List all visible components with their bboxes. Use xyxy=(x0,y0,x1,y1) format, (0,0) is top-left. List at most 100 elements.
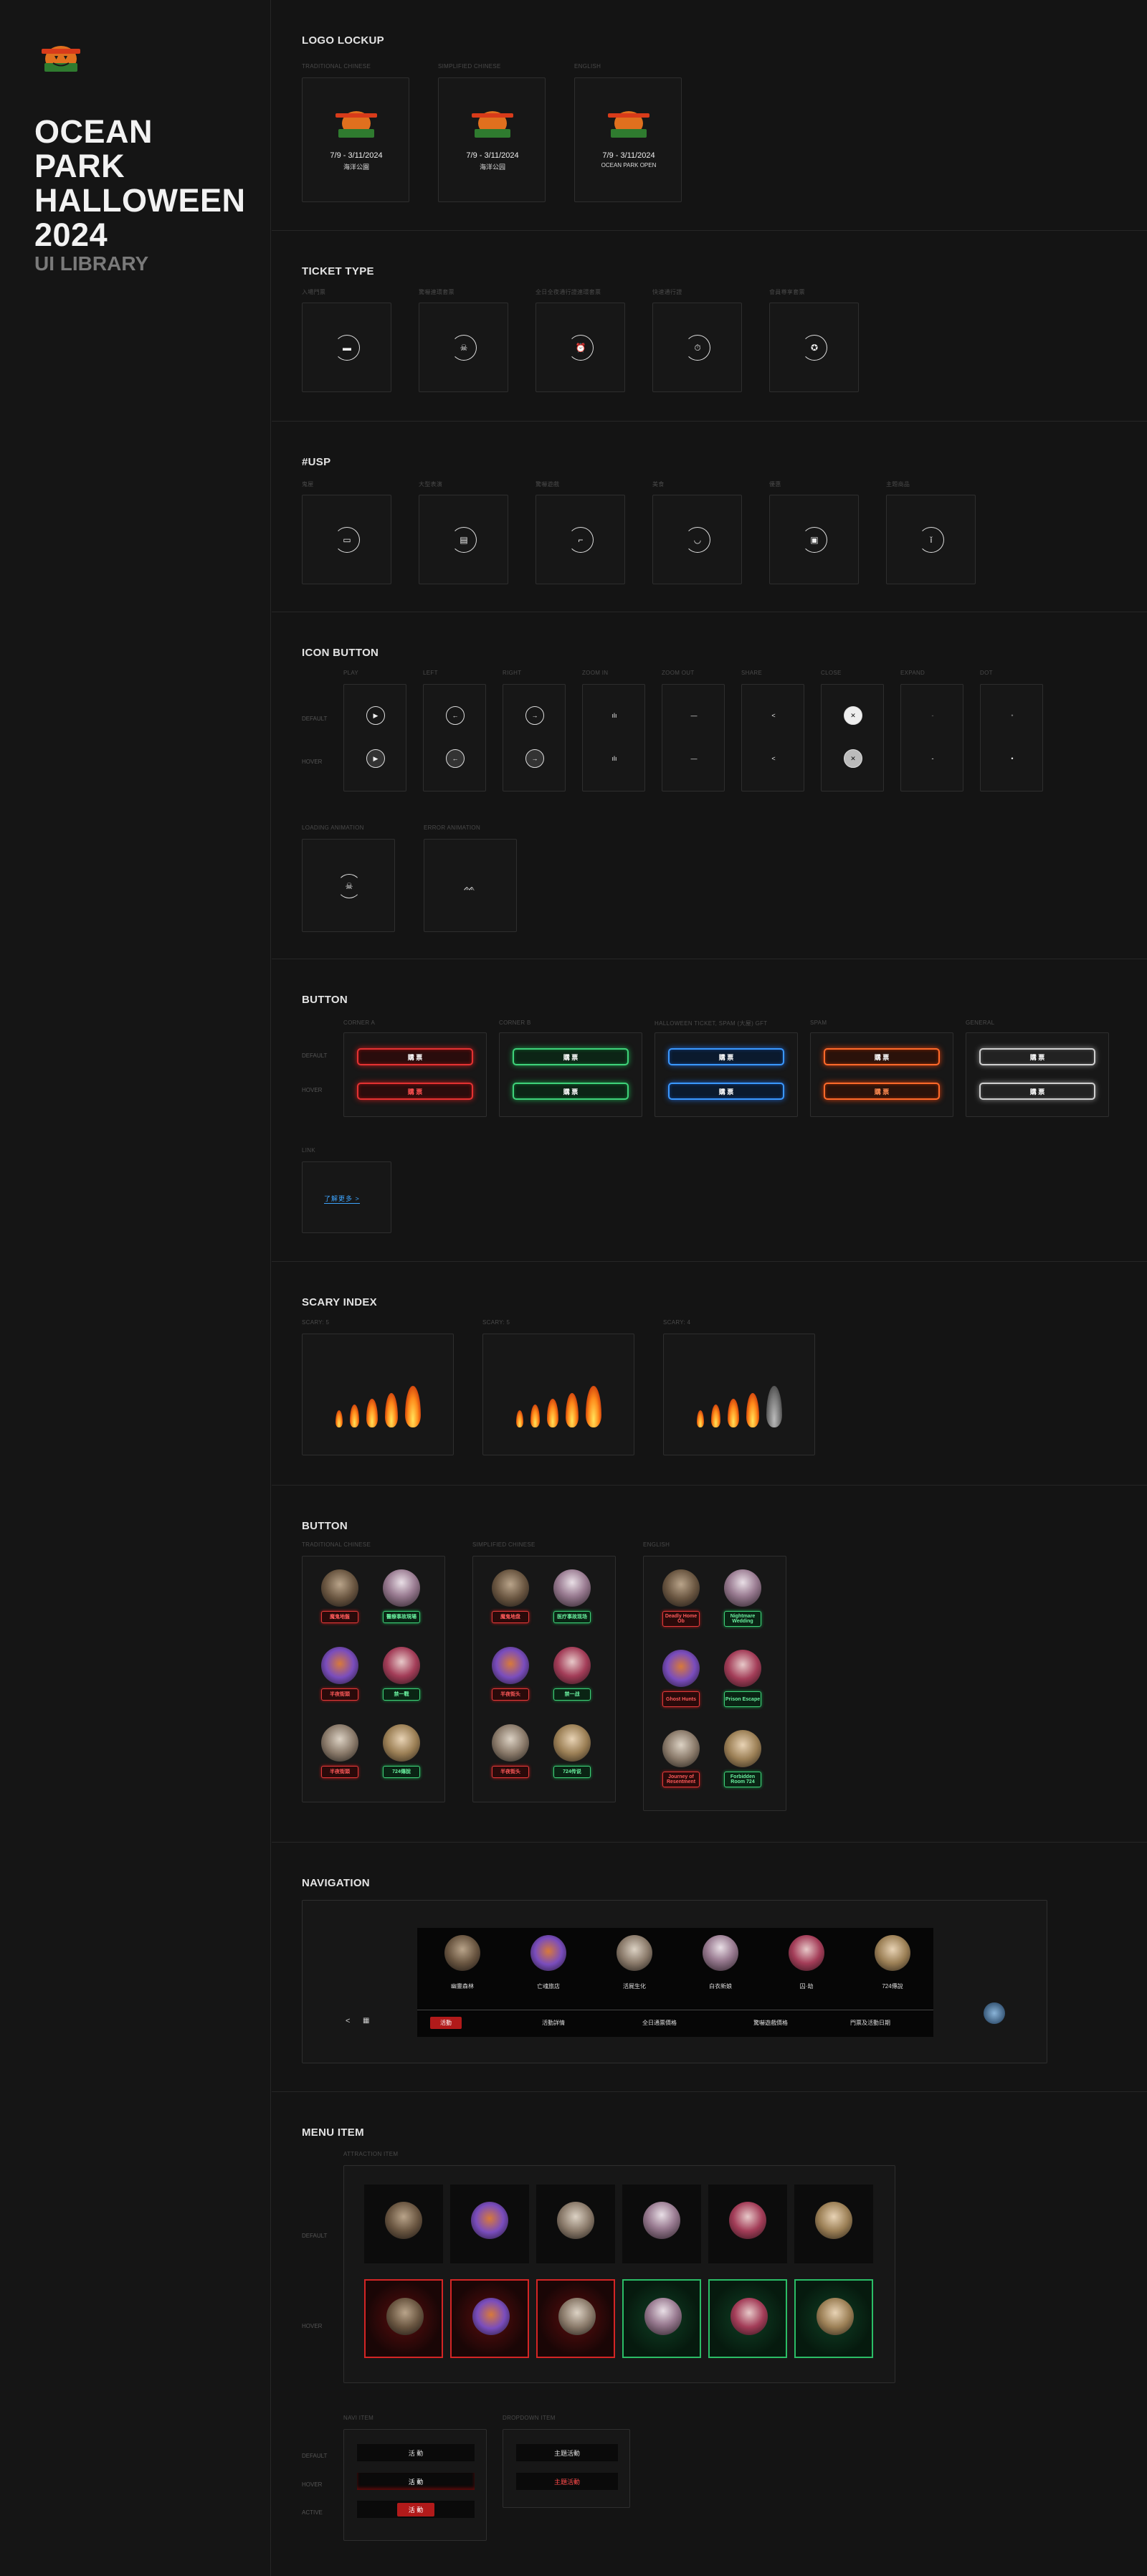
car-icon[interactable]: ▭ xyxy=(334,527,360,553)
arrow-right-icon[interactable]: → xyxy=(525,749,544,768)
character-portrait[interactable] xyxy=(321,1647,358,1684)
buy-button-orange-default[interactable]: 購 票 xyxy=(824,1048,940,1065)
share-icon[interactable]: < xyxy=(764,706,783,725)
character-tag-button[interactable]: Ghost Hunts xyxy=(662,1691,700,1707)
character-portrait[interactable] xyxy=(321,1569,358,1607)
arrow-left-icon[interactable]: ← xyxy=(446,749,465,768)
nav-attraction-image[interactable] xyxy=(530,1935,566,1971)
buy-button-red-hover[interactable]: 購 票 xyxy=(357,1083,473,1100)
character-tag-button[interactable]: 724传说 xyxy=(553,1766,591,1778)
bottle-icon[interactable]: ǐ xyxy=(918,527,944,553)
buy-button-red-default[interactable]: 購 票 xyxy=(357,1048,473,1065)
presentation-icon[interactable]: ▤ xyxy=(451,527,477,553)
attraction-tile[interactable] xyxy=(364,2185,443,2263)
character-portrait[interactable] xyxy=(724,1650,761,1687)
character-portrait[interactable] xyxy=(383,1724,420,1762)
food-bowl-icon[interactable]: ◡ xyxy=(685,527,710,553)
character-tag-button[interactable]: Nightmare Wedding xyxy=(724,1611,761,1627)
nav-attraction-label[interactable]: 囚·劫 xyxy=(781,1982,832,1990)
character-portrait[interactable] xyxy=(383,1569,420,1607)
character-portrait[interactable] xyxy=(492,1724,529,1762)
character-portrait[interactable] xyxy=(662,1650,700,1687)
stopwatch-icon[interactable]: ⏱ xyxy=(685,335,710,361)
zoom-out-icon[interactable]: — xyxy=(685,706,703,725)
nav-attraction-label[interactable]: 幽靈森林 xyxy=(437,1982,487,1990)
nav-item-hover[interactable]: 活 動 xyxy=(357,2473,475,2490)
chat-bot-icon[interactable] xyxy=(984,2002,1005,2024)
nav-attraction-label[interactable]: 白衣新娘 xyxy=(695,1982,746,1990)
nav-tab[interactable]: 門票及活動日期 xyxy=(840,2017,900,2029)
character-tag-button[interactable]: 半夜街头 xyxy=(492,1688,529,1701)
attraction-tile[interactable] xyxy=(364,2279,443,2358)
play-icon[interactable]: ▶ xyxy=(366,749,385,768)
nav-tab[interactable]: 活動詳情 xyxy=(532,2017,575,2029)
character-tag-button[interactable]: 半夜街頭 xyxy=(321,1688,358,1701)
medal-icon[interactable]: ✪ xyxy=(801,335,827,361)
attraction-tile[interactable] xyxy=(622,2279,701,2358)
character-tag-button[interactable]: Forbidden Room 724 xyxy=(724,1772,761,1787)
attraction-tile[interactable] xyxy=(536,2185,615,2263)
character-tag-button[interactable]: 醫療事故現場 xyxy=(383,1611,420,1623)
nav-attraction-image[interactable] xyxy=(617,1935,652,1971)
share-icon[interactable]: < xyxy=(346,2017,350,2025)
nav-attraction-label[interactable]: 724傳說 xyxy=(867,1982,918,1990)
character-portrait[interactable] xyxy=(553,1647,591,1684)
zoom-out-icon[interactable]: — xyxy=(685,749,703,768)
character-tag-button[interactable]: 半夜街頭 xyxy=(321,1766,358,1778)
buy-button-orange-hover[interactable]: 購 票 xyxy=(824,1083,940,1100)
character-tag-button[interactable]: 724傳說 xyxy=(383,1766,420,1778)
attraction-tile[interactable] xyxy=(708,2185,787,2263)
attraction-tile[interactable] xyxy=(450,2279,529,2358)
plug-icon[interactable]: ⌐ xyxy=(568,527,594,553)
character-portrait[interactable] xyxy=(662,1569,700,1607)
character-portrait[interactable] xyxy=(492,1569,529,1607)
character-tag-button[interactable]: 魔鬼地盘 xyxy=(492,1611,529,1623)
buy-button-grey-hover[interactable]: 購 票 xyxy=(979,1083,1095,1100)
character-tag-button[interactable]: 魔鬼地盤 xyxy=(321,1611,358,1623)
buy-button-blue-default[interactable]: 購 票 xyxy=(668,1048,784,1065)
nav-attraction-label[interactable]: 亡魂旅店 xyxy=(523,1982,574,1990)
dot-icon[interactable]: • xyxy=(1003,749,1022,768)
close-icon[interactable]: ✕ xyxy=(844,706,862,725)
nav-item-default[interactable]: 活 動 xyxy=(357,2444,475,2461)
character-portrait[interactable] xyxy=(724,1569,761,1607)
play-icon[interactable]: ▶ xyxy=(366,706,385,725)
zoom-in-icon[interactable]: ılı xyxy=(605,749,624,768)
attraction-tile[interactable] xyxy=(708,2279,787,2358)
nav-tab[interactable]: 全日通票價格 xyxy=(632,2017,687,2029)
character-tag-button[interactable]: Deadly Home Ob xyxy=(662,1611,700,1627)
buy-button-grey-default[interactable]: 購 票 xyxy=(979,1048,1095,1065)
buy-button-green-default[interactable]: 購 票 xyxy=(513,1048,629,1065)
ticket-icon[interactable]: ▬ xyxy=(334,335,360,361)
attraction-tile[interactable] xyxy=(450,2185,529,2263)
nav-attraction-image[interactable] xyxy=(703,1935,738,1971)
character-tag-button[interactable]: 医疗事故现场 xyxy=(553,1611,591,1623)
nav-attraction-image[interactable] xyxy=(444,1935,480,1971)
character-tag-button[interactable]: 禁一戰 xyxy=(383,1688,420,1701)
character-tag-button[interactable]: Journey of Resentment xyxy=(662,1772,700,1787)
nav-item-active[interactable]: 活 動 xyxy=(396,2502,435,2516)
character-portrait[interactable] xyxy=(553,1724,591,1762)
nav-attraction-label[interactable]: 活屍生化 xyxy=(609,1982,660,1990)
character-tag-button[interactable]: Prison Escape xyxy=(724,1691,761,1707)
character-portrait[interactable] xyxy=(724,1730,761,1767)
character-portrait[interactable] xyxy=(553,1569,591,1607)
expand-icon[interactable]: - xyxy=(923,749,942,768)
character-portrait[interactable] xyxy=(383,1647,420,1684)
character-portrait[interactable] xyxy=(662,1730,700,1767)
attraction-tile[interactable] xyxy=(622,2185,701,2263)
dropdown-item-default[interactable]: 主題活動 xyxy=(516,2444,618,2461)
close-icon[interactable]: ✕ xyxy=(844,749,862,768)
arrow-left-icon[interactable]: ← xyxy=(446,706,465,725)
expand-icon[interactable]: - xyxy=(923,706,942,725)
character-portrait[interactable] xyxy=(321,1724,358,1762)
skull-icon[interactable]: ☠ xyxy=(451,335,477,361)
character-tag-button[interactable]: 半夜街头 xyxy=(492,1766,529,1778)
nav-attraction-image[interactable] xyxy=(875,1935,910,1971)
attraction-tile[interactable] xyxy=(794,2279,873,2358)
learn-more-link[interactable]: 了解更多 > xyxy=(324,1194,360,1204)
buy-button-blue-hover[interactable]: 購 票 xyxy=(668,1083,784,1100)
alarm-clock-icon[interactable]: ⏰ xyxy=(568,335,594,361)
arrow-right-icon[interactable]: → xyxy=(525,706,544,725)
attraction-tile[interactable] xyxy=(536,2279,615,2358)
